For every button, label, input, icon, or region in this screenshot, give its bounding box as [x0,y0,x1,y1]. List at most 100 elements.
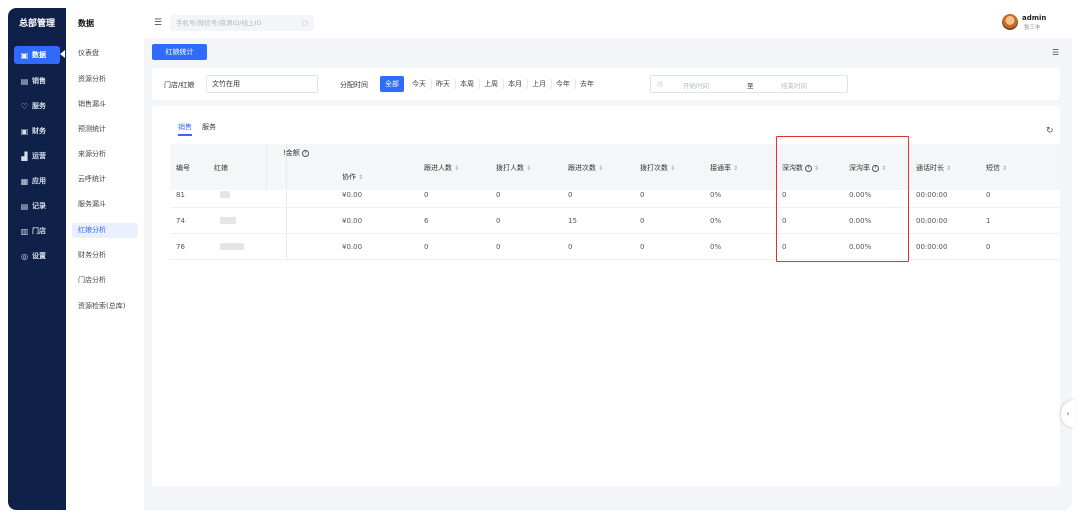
data-panel: 销售 服务 ↻ 编号 红娘 !金额? 协作 ⇕ 跟进人数 ⇕ 拨打人数 ⇕ 跟进次数 ⇕… [152,106,1060,486]
sidebar-item-service[interactable]: ♡ 服务 [14,97,60,115]
menu-fold-icon[interactable]: ☰ [154,18,162,28]
sort-icon[interactable]: ⇕ [598,165,603,172]
sidebar-item-data[interactable]: ▣ 数据 [14,46,60,64]
subnav-item-service-funnel[interactable]: 服务漏斗 [72,197,138,212]
start-date-input[interactable]: 开始时间 [683,80,709,90]
sidebar-item-operations[interactable]: ▟ 运营 [14,147,60,165]
col-dial-people[interactable]: 拨打人数 ⇕ [496,163,531,173]
subnav-item-store-analysis[interactable]: 门店分析 [72,273,138,288]
table-row[interactable]: 76 ¥0.00 0 0 0 0 0% 0 0.00% 00:00:00 0 [170,234,1060,260]
tab-matchmaker-stats[interactable]: 红娘统计 [152,44,207,60]
subnav-item-cloud-call[interactable]: 云呼统计 [72,172,138,187]
table-row[interactable]: 74 ¥0.00 6 0 15 0 0% 0 0.00% 00:00:00 1 [170,208,1060,234]
sort-icon[interactable]: ⇕ [1002,165,1007,172]
store-filter-label: 门店/红娘 [164,81,195,89]
col-follow-times[interactable]: 跟进次数 ⇕ [568,163,603,173]
primary-sidebar: 总部管理 ▣ 数据 ▤ 销售 ♡ 服务 ▣ 财务 ▟ 运营 ▦ 应用 ▤ 记录 ▥ 门店 ◎ 设置 [8,8,66,510]
range-last-week[interactable]: 上周 [480,76,502,92]
subnav-item-resource-search[interactable]: 资源检索(总库) [72,299,138,314]
cell-connect-rate: 0% [710,191,722,199]
col-matchmaker[interactable]: 红娘 [214,163,228,173]
cell-coop: ¥0.00 [342,191,363,199]
cell-follow-people: 0 [424,243,429,251]
highlight-box [776,136,909,262]
end-date-input[interactable]: 结束时间 [781,80,807,90]
active-caret [60,50,65,58]
subnav-item-resource-analysis[interactable]: 资源分析 [72,72,138,87]
brand-title: 总部管理 [18,19,55,29]
sort-icon[interactable]: ⇕ [358,174,363,181]
date-range-picker[interactable]: ◷ 开始时间 至 结束时间 [650,75,848,93]
table-row[interactable]: 81 ¥0.00 0 0 0 0 0% 0 0.00% 00:00:00 0 [170,182,1060,208]
col-call-duration[interactable]: 通话时长 ⇕ [916,163,951,173]
col-follow-people[interactable]: 跟进人数 ⇕ [424,163,459,173]
range-last-year[interactable]: 去年 [576,76,598,92]
cell-dial-times: 0 [640,217,645,225]
sidebar-item-stores[interactable]: ▥ 门店 [14,222,60,240]
cell-dial-people: 0 [496,243,501,251]
cell-id: 76 [176,243,185,251]
subnav-item-matchmaker-analysis[interactable]: 红娘分析 [72,223,138,238]
store-icon: ▥ [20,226,29,236]
redacted-name [220,243,244,250]
receipt-icon: ▤ [20,76,29,86]
col-id[interactable]: 编号 [176,163,190,173]
col-connect-rate[interactable]: 接通率 ⇕ [710,163,738,173]
range-yesterday[interactable]: 昨天 [432,76,454,92]
operations-icon: ▟ [21,151,28,161]
settings-icon: ◎ [21,251,28,261]
sort-icon[interactable]: ⇕ [733,165,738,172]
active-tab-underline [178,134,192,136]
apps-icon: ▦ [20,176,29,186]
subnav-item-dashboard[interactable]: 仪表盘 [72,46,138,61]
cell-call-duration: 00:00:00 [916,217,948,225]
range-this-week[interactable]: 本周 [456,76,478,92]
redacted-name [220,217,236,224]
search-icon[interactable]: ○ [302,15,308,31]
subnav-item-finance-analysis[interactable]: 财务分析 [72,248,138,263]
sort-icon[interactable]: ⇕ [946,165,951,172]
sidebar-item-sales[interactable]: ▤ 销售 [14,72,60,90]
range-all[interactable]: 全部 [380,76,404,92]
col-coop[interactable]: 协作 ⇕ [342,172,363,182]
global-search-input[interactable]: 手机号/微信号/资源ID/线上ID ○ [170,15,314,31]
tab-sales[interactable]: 销售 [178,122,192,132]
col-sms[interactable]: 短信 ⇕ [986,163,1007,173]
col-amount[interactable]: !金额? [283,148,309,158]
sort-icon[interactable]: ⇕ [454,165,459,172]
cell-follow-people: 0 [424,191,429,199]
range-today[interactable]: 今天 [408,76,430,92]
range-this-month[interactable]: 本月 [504,76,526,92]
sidebar-item-apps[interactable]: ▦ 应用 [14,172,60,190]
subnav-item-sales-funnel[interactable]: 销售漏斗 [72,97,138,112]
help-icon[interactable]: ? [301,149,309,157]
bar-chart-icon: ▣ [20,50,29,60]
redacted-name [220,191,230,198]
cell-connect-rate: 0% [710,217,722,225]
range-last-month[interactable]: 上月 [528,76,550,92]
cell-id: 81 [176,191,185,199]
sidebar-item-records[interactable]: ▤ 记录 [14,197,60,215]
subnav-item-forecast[interactable]: 预测统计 [72,122,138,137]
cell-sms: 0 [986,191,991,199]
sidebar-item-settings[interactable]: ◎ 设置 [14,247,60,265]
avatar[interactable] [1002,14,1018,30]
sidebar-item-finance[interactable]: ▣ 财务 [14,122,60,140]
sort-icon[interactable]: ⇕ [526,165,531,172]
subnav-item-source-analysis[interactable]: 来源分析 [72,147,138,162]
cell-follow-times: 0 [568,243,573,251]
cell-coop: ¥0.00 [342,243,363,251]
cell-call-duration: 00:00:00 [916,191,948,199]
tab-service[interactable]: 服务 [202,122,216,132]
cell-coop: ¥0.00 [342,217,363,225]
cell-sms: 0 [986,243,991,251]
user-name[interactable]: admin [1022,14,1046,22]
col-dial-times[interactable]: 拨打次数 ⇕ [640,163,675,173]
range-this-year[interactable]: 今年 [552,76,574,92]
cell-follow-people: 6 [424,217,429,225]
refresh-icon[interactable]: ↻ [1046,126,1054,136]
store-filter-input[interactable]: 文竹在用 [206,75,318,93]
sort-icon[interactable]: ⇕ [670,165,675,172]
tab-menu-icon[interactable]: ☰ [1052,48,1059,57]
heart-icon: ♡ [20,101,29,111]
